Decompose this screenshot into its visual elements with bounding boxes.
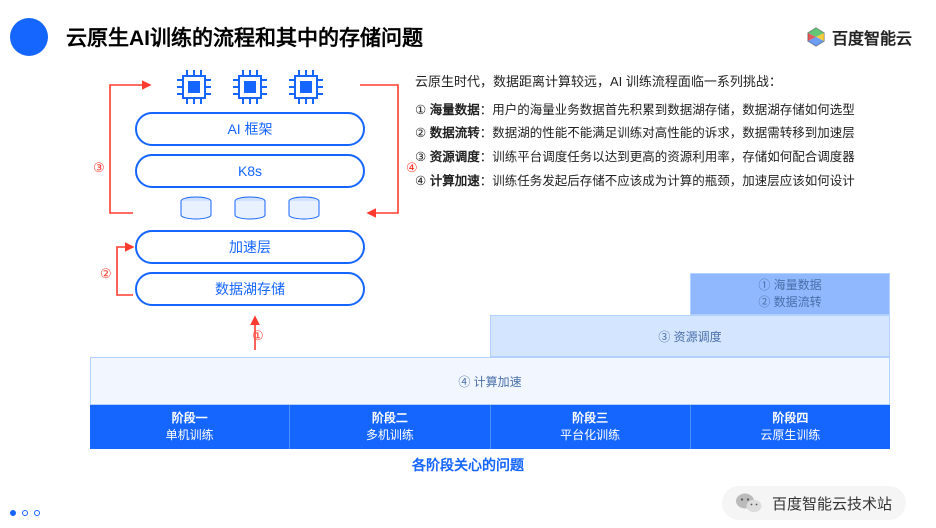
layer-ai-framework: AI 框架 [135,112,365,146]
title-dot [10,18,48,56]
desc-lead: 云原生时代，数据距离计算较远，AI 训练流程面临一系列挑战： [415,70,910,95]
stair-label: ② 数据流转 [758,294,821,311]
architecture-diagram: AI 框架 K8s 加速层 数据湖存储 [115,70,385,314]
stair-label: ④ 计算加速 [458,373,521,390]
stair-mid: ③ 资源调度 [490,315,890,357]
stair-top: ① 海量数据② 数据流转 [690,273,890,315]
stages-bar: 阶段一单机训练 阶段二多机训练 阶段三平台化训练 阶段四云原生训练 [90,405,890,449]
layer-k8s: K8s [135,154,365,188]
cylinder-icon [233,196,267,222]
stage-4: 阶段四云原生训练 [691,405,890,449]
stage-1: 阶段一单机训练 [90,405,290,449]
page-title: 云原生AI训练的流程和其中的存储问题 [66,22,423,52]
chip-row [115,70,385,104]
stage-3: 阶段三平台化训练 [491,405,691,449]
layer-accel: 加速层 [135,230,365,264]
desc-item: ④ 计算加速：训练任务发起后存储不应该成为计算的瓶颈，加速层应该如何设计 [415,170,910,194]
baidu-cloud-icon [806,27,826,47]
layer-datalake: 数据湖存储 [135,272,365,306]
arrow-label-3: ③ [93,160,105,176]
footer-caption: 各阶段关心的问题 [0,455,936,475]
wechat-attribution: 百度智能云技术站 [722,486,906,520]
page-dot [22,510,28,516]
chip-icon [177,70,211,104]
wechat-icon [736,492,762,514]
cylinder-row [115,196,385,222]
desc-item: ① 海量数据：用户的海量业务数据首先积累到数据湖存储，数据湖存储如何选型 [415,99,910,123]
brand-text: 百度智能云 [832,25,912,49]
header: 云原生AI训练的流程和其中的存储问题 百度智能云 [0,0,936,56]
cylinder-icon [287,196,321,222]
page-dot [10,510,16,516]
cylinder-icon [179,196,213,222]
stair-bottom: ④ 计算加速 [90,357,890,405]
chip-icon [289,70,323,104]
stage-2: 阶段二多机训练 [290,405,490,449]
arrow-label-2: ② [100,266,112,282]
stair-label: ③ 资源调度 [658,328,721,345]
wechat-text: 百度智能云技术站 [772,493,892,514]
page-dot [34,510,40,516]
desc-item: ② 数据流转：数据湖的性能不能满足训练对高性能的诉求，数据需转移到加速层 [415,122,910,146]
chip-icon [233,70,267,104]
desc-item: ③ 资源调度：训练平台调度任务以达到更高的资源利用率，存储如何配合调度器 [415,146,910,170]
page-indicator [10,510,40,516]
stair-label: ① 海量数据 [758,277,821,294]
description-block: 云原生时代，数据距离计算较远，AI 训练流程面临一系列挑战： ① 海量数据：用户… [415,70,910,194]
arrow-label-1: ① [252,328,264,344]
brand-logo: 百度智能云 [806,25,912,49]
